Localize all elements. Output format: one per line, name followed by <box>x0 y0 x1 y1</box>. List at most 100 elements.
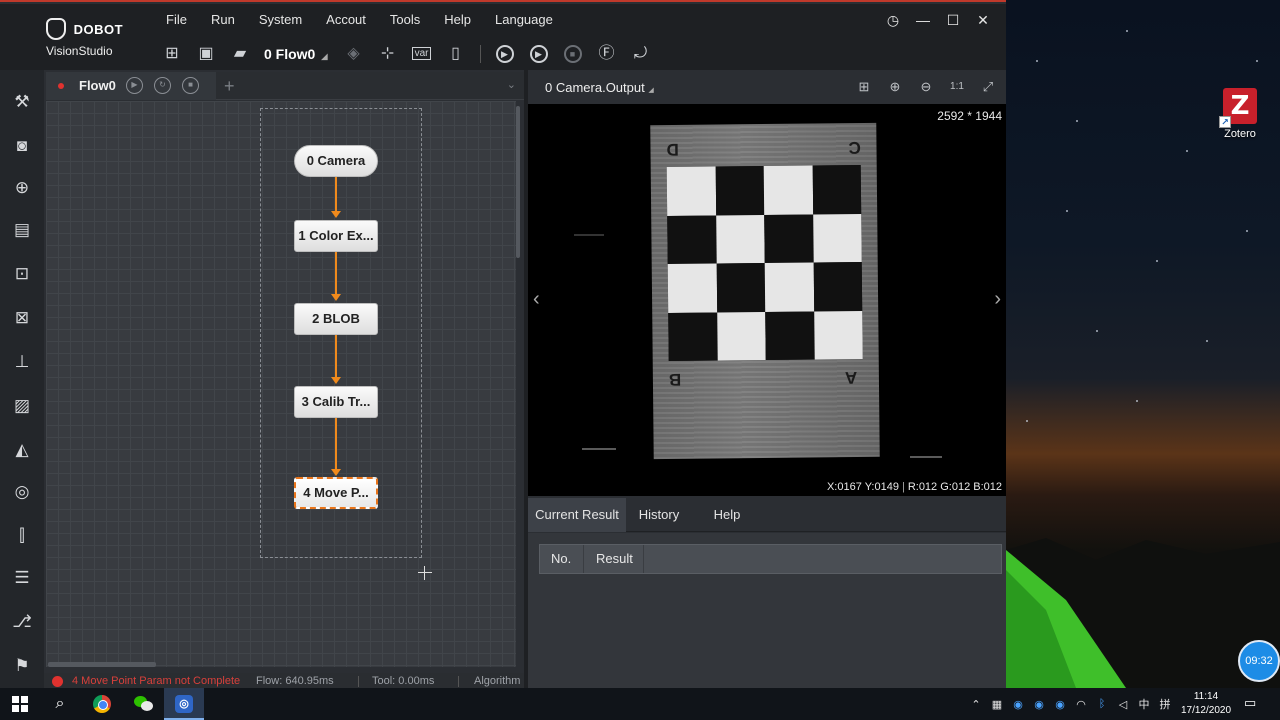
color-icon[interactable]: ◭ <box>10 438 34 462</box>
flow-canvas[interactable]: 0 Camera 1 Color Ex... 2 BLOB 3 Calib Tr… <box>46 101 516 667</box>
flow-node-color-extract[interactable]: 1 Color Ex... <box>294 220 378 252</box>
chevron-left-icon[interactable]: ‹ <box>533 288 540 311</box>
open-folder-icon[interactable]: ▰ <box>228 42 252 66</box>
defect-icon[interactable]: ◎ <box>10 480 34 504</box>
readout-separator: | <box>901 481 905 493</box>
layers-icon[interactable]: ◈ <box>342 42 366 66</box>
menu-run[interactable]: Run <box>211 12 246 27</box>
maximize-button[interactable]: ☐ <box>938 10 968 30</box>
menu-bar: File Run System Accout Tools Help Langua… <box>166 12 577 27</box>
image-viewer[interactable]: 2592 * 1944 ‹ › D C B A X:0167 Y:0149 | R:… <box>528 104 1006 496</box>
cursor-coordinates: X:0167 Y:0149 <box>826 481 899 493</box>
run-once-icon[interactable]: ▶ <box>493 42 517 66</box>
menu-system[interactable]: System <box>259 12 313 27</box>
tab-help[interactable]: Help <box>692 498 762 532</box>
tray-app-icon[interactable]: ▦ <box>987 698 1007 711</box>
align-icon[interactable]: ⊥ <box>10 350 34 374</box>
tray-cloud-icon[interactable]: ◉ <box>1029 698 1049 711</box>
notification-icon[interactable]: ▭ <box>1244 695 1256 711</box>
connector-line <box>335 177 337 215</box>
function-icon[interactable]: Ⓕ <box>595 42 619 66</box>
image-process-icon[interactable]: ▨ <box>10 394 34 418</box>
logic-if-icon[interactable]: ⫿ <box>10 524 34 548</box>
bluetooth-icon[interactable]: ᛒ <box>1092 698 1112 710</box>
wifi-icon[interactable]: ◠ <box>1071 698 1091 711</box>
unsaved-dot-icon <box>58 83 64 89</box>
connector-line <box>335 335 337 381</box>
canvas-horizontal-scrollbar[interactable] <box>48 662 156 667</box>
tab-flow0[interactable]: Flow0 ▶ ↻ ■ <box>46 72 216 100</box>
search-icon[interactable]: ⌕ <box>40 688 80 720</box>
tab-history[interactable]: History <box>626 498 692 532</box>
tools-icon[interactable]: ⚒ <box>10 90 34 114</box>
zoom-in-icon[interactable]: ⊕ <box>885 78 905 96</box>
comm-icon[interactable]: ☰ <box>10 566 34 590</box>
chevron-right-icon[interactable]: › <box>994 288 1001 311</box>
ime-language-indicator[interactable]: 中 <box>1134 696 1154 712</box>
save-icon[interactable]: ▣ <box>194 42 218 66</box>
flow-node-camera[interactable]: 0 Camera <box>294 145 378 177</box>
flow-node-calib-transform[interactable]: 3 Calib Tr... <box>294 386 378 418</box>
loop-flow-icon[interactable]: ↻ <box>154 77 171 94</box>
menu-help[interactable]: Help <box>444 12 482 27</box>
stop-icon[interactable]: ■ <box>561 42 585 66</box>
canvas-vertical-scrollbar[interactable] <box>516 106 520 258</box>
new-solution-icon[interactable]: ⊞ <box>160 42 184 66</box>
taskbar-chrome[interactable] <box>82 688 122 720</box>
menu-account[interactable]: Accout <box>326 12 377 27</box>
calibrate-icon[interactable]: ⊠ <box>10 306 34 330</box>
zoom-out-icon[interactable]: ⊖ <box>916 78 936 96</box>
wechat-icon <box>134 695 154 712</box>
grid-view-icon[interactable]: ⊞ <box>854 78 874 96</box>
flag-icon[interactable]: ⚑ <box>10 654 34 678</box>
column-divider <box>583 545 584 573</box>
recognize-icon[interactable]: ⊡ <box>10 262 34 286</box>
tray-expand-icon[interactable]: ⌃ <box>966 698 986 711</box>
desktop-icon-zotero[interactable]: Z ↗ Zotero <box>1212 88 1268 140</box>
menu-tools[interactable]: Tools <box>390 12 431 27</box>
flow-node-blob[interactable]: 2 BLOB <box>294 303 378 335</box>
ime-mode-indicator[interactable]: 拼 <box>1155 696 1175 712</box>
status-divider <box>458 676 459 687</box>
image-tools: ⊞ ⊕ ⊖ 1:1 ⤢ <box>843 78 998 96</box>
menu-file[interactable]: File <box>166 12 198 27</box>
fit-window-icon[interactable]: ⤢ <box>978 78 998 96</box>
column-header-no[interactable]: No. <box>551 545 571 573</box>
tray-sync-icon[interactable]: ◉ <box>1050 698 1070 711</box>
start-button[interactable] <box>0 688 40 720</box>
chevron-down-icon[interactable]: ⌄ <box>507 78 516 91</box>
menu-language[interactable]: Language <box>495 12 564 27</box>
result-table-header: No. Result <box>539 544 1002 574</box>
tray-security-icon[interactable]: ◉ <box>1008 698 1028 711</box>
variable-icon[interactable]: var <box>410 42 434 66</box>
minimize-button[interactable]: — <box>908 10 938 30</box>
floating-timer-badge[interactable]: 09:32 <box>1238 640 1280 682</box>
image-panel-header: 0 Camera.Output ◢ ⊞ ⊕ ⊖ 1:1 ⤢ <box>528 72 1006 104</box>
run-flow-icon[interactable]: ▶ <box>126 77 143 94</box>
status-tool-time: Tool: 0.00ms <box>372 675 435 687</box>
locate-icon[interactable]: ⊕ <box>10 176 34 200</box>
actual-size-icon[interactable]: 1:1 <box>947 78 967 96</box>
product-name: VisionStudio <box>46 44 113 58</box>
tab-current-result[interactable]: Current Result <box>528 498 626 532</box>
run-loop-icon[interactable]: ▶ <box>527 42 551 66</box>
hierarchy-icon[interactable]: ⊹ <box>376 42 400 66</box>
column-header-result[interactable]: Result <box>596 545 633 573</box>
image-source-selector[interactable]: 0 Camera.Output ◢ <box>545 80 654 95</box>
robot-arm-icon[interactable]: ⤾ <box>629 42 653 66</box>
close-button[interactable]: ✕ <box>968 10 998 30</box>
stop-flow-icon[interactable]: ■ <box>182 77 199 94</box>
flow-selector[interactable]: 0 Flow0 ◢ <box>264 46 328 62</box>
camera-icon[interactable]: ◙ <box>10 134 34 158</box>
taskbar-wechat[interactable] <box>124 688 164 720</box>
system-clock[interactable]: 11:14 17/12/2020 <box>1176 690 1236 718</box>
volume-icon[interactable]: ◁ <box>1113 698 1133 711</box>
taskbar-visionstudio[interactable]: ◎ <box>164 688 204 720</box>
io-icon[interactable]: ▯ <box>444 42 468 66</box>
add-flow-button[interactable]: + <box>224 76 235 97</box>
history-icon[interactable]: ◷ <box>878 10 908 30</box>
flow-node-move-point[interactable]: 4 Move P... <box>294 477 378 509</box>
toolbar-divider <box>479 45 481 63</box>
measure-icon[interactable]: ▤ <box>10 218 34 242</box>
robot-icon[interactable]: ⎇ <box>10 610 34 634</box>
